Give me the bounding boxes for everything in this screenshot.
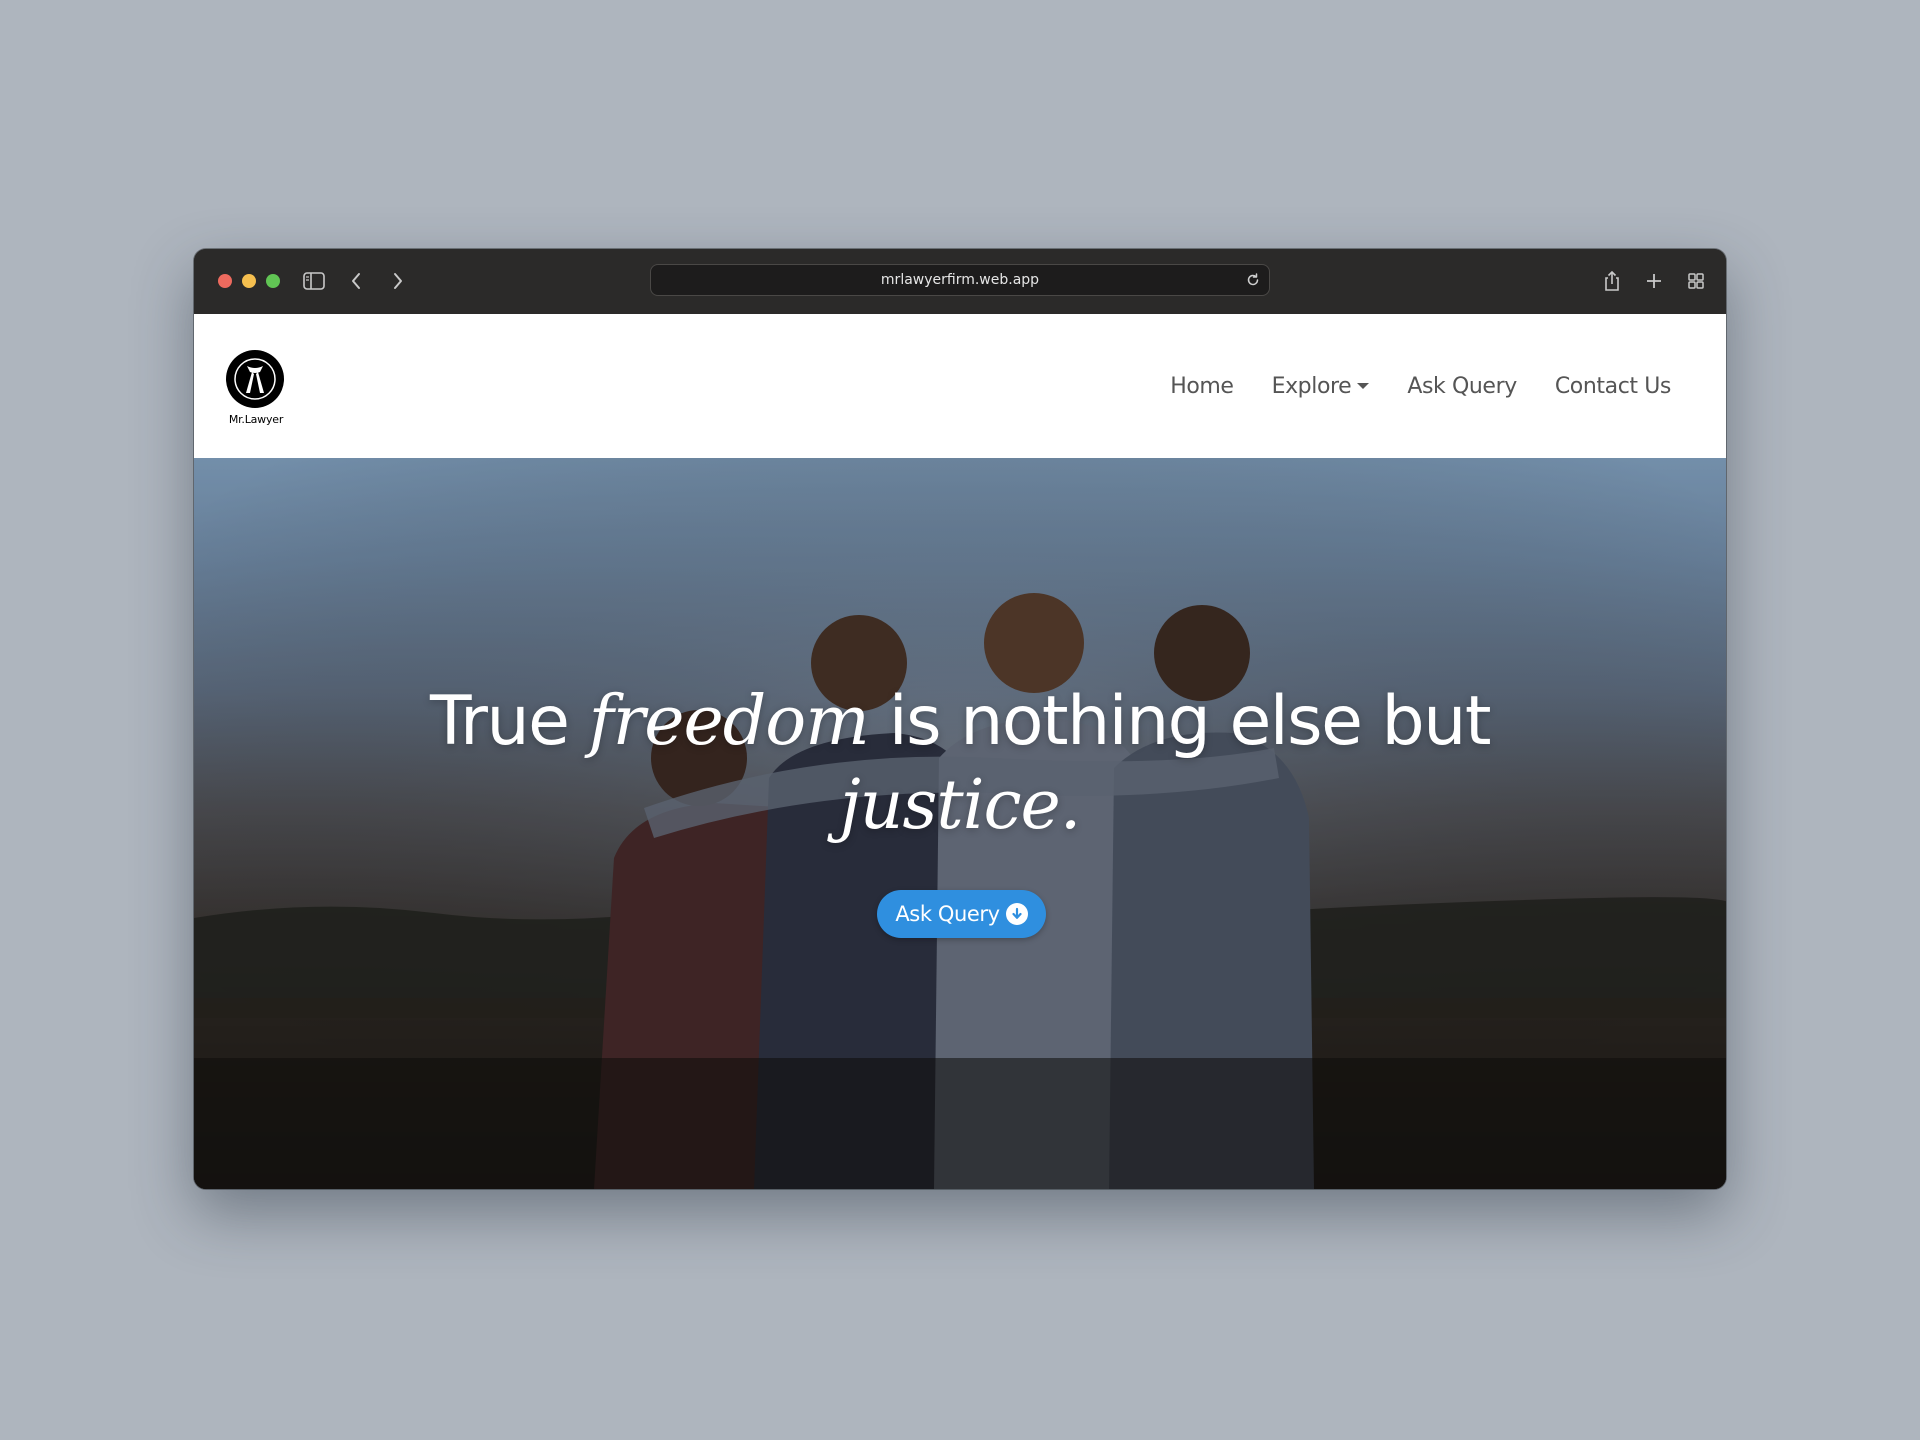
ask-query-button[interactable]: Ask Query bbox=[877, 890, 1046, 938]
close-window-button[interactable] bbox=[218, 274, 232, 288]
headline-italic-1: freedom bbox=[588, 682, 870, 761]
forward-icon[interactable] bbox=[384, 267, 412, 295]
site-logo[interactable]: Mr.Lawyer bbox=[224, 350, 288, 426]
nav-contact-us-label: Contact Us bbox=[1554, 373, 1672, 399]
lawyer-band-icon bbox=[226, 350, 284, 408]
nav-explore-dropdown[interactable]: Explore bbox=[1272, 374, 1370, 399]
tab-overview-icon[interactable] bbox=[1682, 267, 1710, 295]
nav-home[interactable]: Home bbox=[1170, 373, 1234, 399]
url-text: mrlawyerfirm.web.app bbox=[880, 272, 1040, 288]
zoom-window-button[interactable] bbox=[266, 274, 280, 288]
headline-text-1: True bbox=[430, 682, 589, 761]
hero-headline: True freedom is nothing else but justice… bbox=[194, 680, 1726, 848]
arrow-down-circle-icon bbox=[1005, 903, 1028, 925]
main-nav: Home Explore Ask Query Contact Us bbox=[1170, 314, 1671, 458]
nav-home-label: Home bbox=[1170, 373, 1234, 399]
ask-query-button-label: Ask Query bbox=[895, 902, 1000, 926]
sidebar-icon[interactable] bbox=[300, 267, 328, 295]
new-tab-icon[interactable] bbox=[1640, 267, 1668, 295]
headline-text-2: is nothing else but bbox=[868, 682, 1492, 761]
browser-window: mrlawyerfirm.web.app Mr.Lawyer Home Expl… bbox=[194, 249, 1726, 1189]
reload-icon[interactable] bbox=[1245, 272, 1261, 288]
site-navbar: Mr.Lawyer Home Explore Ask Query Contact… bbox=[194, 314, 1726, 458]
hero-section: True freedom is nothing else but justice… bbox=[194, 458, 1726, 1189]
share-icon[interactable] bbox=[1598, 267, 1626, 295]
nav-ask-query[interactable]: Ask Query bbox=[1407, 374, 1517, 399]
address-bar[interactable]: mrlawyerfirm.web.app bbox=[650, 264, 1270, 296]
back-icon[interactable] bbox=[342, 267, 370, 295]
nav-contact-us[interactable]: Contact Us bbox=[1554, 373, 1672, 399]
headline-italic-2: justice. bbox=[839, 766, 1082, 845]
nav-explore-label: Explore bbox=[1271, 373, 1352, 399]
caret-down-icon bbox=[1357, 383, 1370, 389]
web-page: Mr.Lawyer Home Explore Ask Query Contact… bbox=[194, 314, 1726, 1189]
minimize-window-button[interactable] bbox=[242, 274, 256, 288]
logo-text: Mr.Lawyer bbox=[228, 413, 284, 426]
browser-toolbar: mrlawyerfirm.web.app bbox=[194, 249, 1726, 315]
nav-ask-query-label: Ask Query bbox=[1407, 373, 1517, 399]
